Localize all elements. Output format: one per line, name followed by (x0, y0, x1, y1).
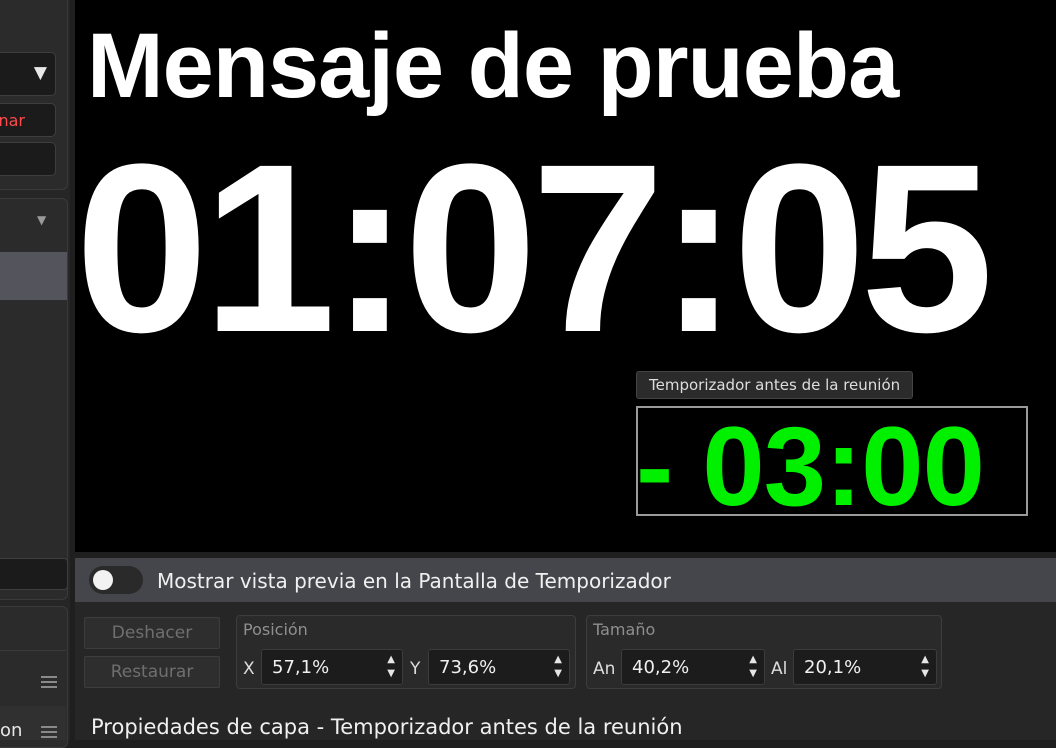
width-input[interactable]: 40,2% ▲ ▼ (621, 649, 765, 685)
sidebar-divider (0, 650, 66, 651)
sidebar-selected-item[interactable] (0, 252, 67, 300)
decrement-arrow-icon[interactable]: ▼ (921, 669, 929, 679)
undo-button[interactable]: Deshacer (84, 617, 220, 649)
dropdown-arrow-icon: ▼ (33, 63, 47, 83)
x-position-input[interactable]: 57,1% ▲ ▼ (261, 649, 403, 685)
position-title: Posición (243, 620, 308, 639)
width-value: 40,2% (632, 657, 690, 678)
timer-layer-tooltip: Temporizador antes de la reunión (636, 371, 914, 399)
height-value: 20,1% (804, 657, 862, 678)
remove-button[interactable]: nar (0, 103, 56, 137)
list-item-label: on (0, 720, 23, 741)
properties-panel: Deshacer Restaurar Posición X 57,1% ▲ ▼ … (75, 602, 1056, 740)
decrement-arrow-icon[interactable]: ▼ (387, 669, 395, 679)
layer-properties-title: Propiedades de capa - Temporizador antes… (91, 715, 683, 739)
preview-toggle-switch[interactable] (89, 566, 143, 594)
height-input[interactable]: 20,1% ▲ ▼ (793, 649, 937, 685)
left-sidebar: ▼ nar ▼ on (0, 0, 70, 748)
preview-toggle-bar: Mostrar vista previa en la Pantalla de T… (75, 558, 1056, 602)
decrement-arrow-icon[interactable]: ▼ (554, 669, 562, 679)
drag-handle-icon[interactable] (41, 676, 57, 688)
x-position-value: 57,1% (272, 657, 330, 678)
toggle-knob (93, 570, 113, 590)
remove-button-label: nar (0, 111, 25, 130)
collapse-chevron-icon[interactable]: ▼ (37, 213, 46, 227)
timer-preview: Mensaje de prueba 01:07:05 Temporizador … (75, 0, 1056, 552)
reset-button[interactable]: Restaurar (84, 656, 220, 688)
clock-display: 01:07:05 (75, 114, 994, 382)
sidebar-dropdown[interactable]: ▼ (0, 52, 56, 96)
y-position-input[interactable]: 73,6% ▲ ▼ (428, 649, 570, 685)
preview-toggle-label: Mostrar vista previa en la Pantalla de T… (157, 569, 671, 593)
sidebar-bottom-field[interactable] (0, 558, 68, 590)
increment-arrow-icon[interactable]: ▲ (387, 655, 395, 665)
x-label: X (243, 659, 255, 679)
size-title: Tamaño (593, 620, 656, 639)
sidebar-field[interactable] (0, 142, 56, 176)
timer-value: - 03:00 (636, 406, 985, 516)
increment-arrow-icon[interactable]: ▲ (749, 655, 757, 665)
y-label: Y (410, 659, 421, 679)
increment-arrow-icon[interactable]: ▲ (921, 655, 929, 665)
position-group: Posición X 57,1% ▲ ▼ Y 73,6% ▲ ▼ (236, 615, 576, 689)
drag-handle-icon[interactable] (41, 726, 57, 738)
decrement-arrow-icon[interactable]: ▼ (749, 669, 757, 679)
message-text: Mensaje de prueba (87, 15, 899, 117)
y-position-value: 73,6% (439, 657, 497, 678)
size-group: Tamaño An 40,2% ▲ ▼ Al 20,1% ▲ ▼ (586, 615, 942, 689)
height-label: Al (771, 659, 788, 679)
increment-arrow-icon[interactable]: ▲ (554, 655, 562, 665)
timer-layer-selection[interactable]: - 03:00 (636, 406, 1028, 516)
width-label: An (593, 659, 616, 679)
